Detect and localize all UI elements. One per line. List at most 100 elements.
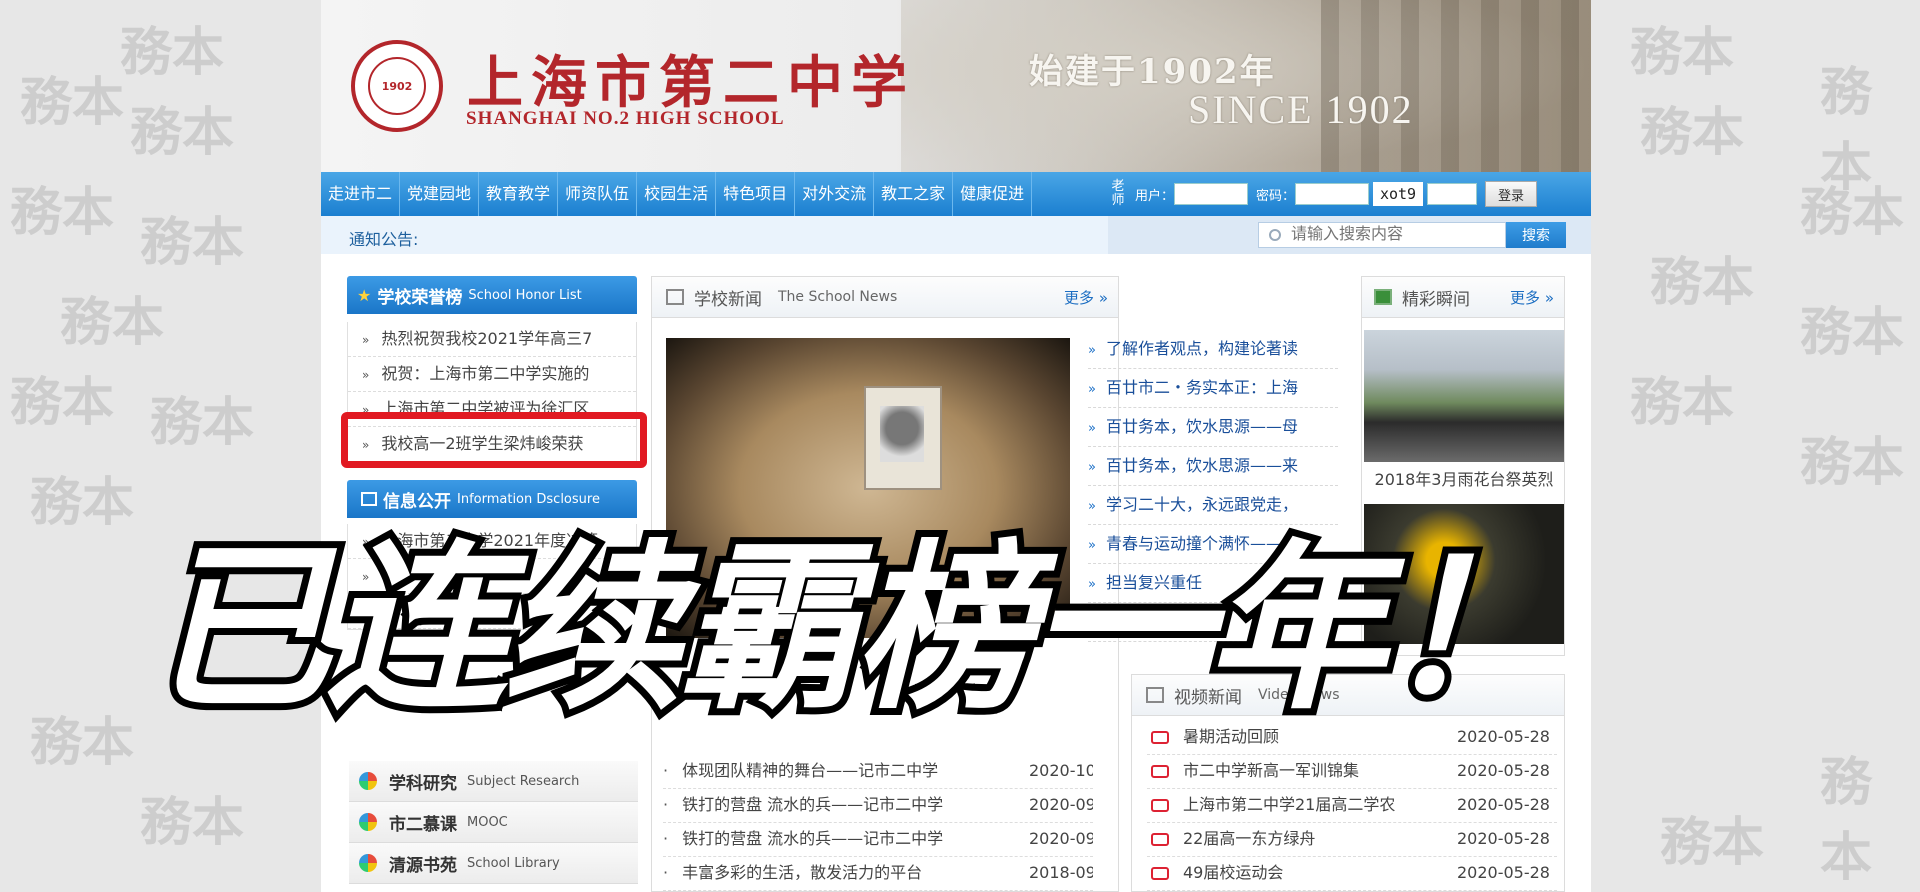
login-button[interactable]: 登录 <box>1485 181 1538 207</box>
news-link[interactable]: » 了解作者观点，构建论著读 <box>1088 329 1338 369</box>
nav-item-featured[interactable]: 特色项目 <box>716 172 796 216</box>
password-input[interactable] <box>1295 183 1370 205</box>
row-title: 铁打的营盘 流水的兵——记市二中学 <box>682 829 944 848</box>
watermark-text: 務本 <box>1800 182 1905 243</box>
row-date: 2020-09- <box>1029 829 1093 848</box>
table-row[interactable]: · 铁打的营盘 流水的兵——记市二中学 2020-09- <box>663 788 1093 823</box>
nav-item-intro[interactable]: 走进市二 <box>321 172 401 216</box>
side-nav-label-en: Subject Research <box>467 773 580 789</box>
news-link-text: 百廿务本，饮水思源——母 <box>1105 417 1298 436</box>
video-camera-icon <box>1151 799 1169 812</box>
news-link[interactable]: » 百廿市二・务实本正：上海 <box>1088 368 1338 408</box>
row-title: 22届高一东方绿舟 <box>1183 829 1316 848</box>
news-link-text: 学习二十大，永远跟党走， <box>1105 495 1298 514</box>
nav-item-staff-home[interactable]: 教工之家 <box>874 172 954 216</box>
nav-item-exchange[interactable]: 对外交流 <box>795 172 875 216</box>
school-logo[interactable]: 1902 <box>351 40 443 132</box>
nav-item-health[interactable]: 健康促进 <box>953 172 1033 216</box>
honor-title-cn: 学校荣誉榜 <box>377 287 463 308</box>
side-nav-label: 清源书苑 <box>389 855 457 876</box>
list-item[interactable]: » 热烈祝贺我校2021学年高三7 <box>348 322 636 357</box>
news-link[interactable]: » 学习二十大，永远跟党走， <box>1088 485 1338 525</box>
nav-item-faculty[interactable]: 师资队伍 <box>558 172 638 216</box>
row-title: 铁打的营盘 流水的兵——记市二中学 <box>682 795 944 814</box>
watermark-text: 務本 <box>130 102 235 163</box>
watermark-text: 務本 <box>1630 372 1735 433</box>
news-link-text: 百廿市二・务实本正：上海 <box>1105 378 1298 397</box>
table-row[interactable]: 22届高一东方绿舟 2020-05-28 <box>1147 822 1557 857</box>
search-button[interactable]: 搜索 <box>1506 222 1566 248</box>
table-row[interactable]: · 体现团队精神的舞台——记市二中学 2020-10- <box>663 754 1093 789</box>
watermark-text: 務本 <box>30 712 135 773</box>
moment-photo-ceremony[interactable] <box>1364 330 1564 462</box>
chevron-right-icon: » <box>1088 382 1096 397</box>
login-form: 老师 用户： 密码： xot9 登录 <box>1107 172 1591 216</box>
table-row[interactable]: 市二中学新高一军训锦集 2020-05-28 <box>1147 754 1557 789</box>
row-date: 2020-05-28 <box>1457 761 1550 780</box>
search-icon <box>1269 229 1281 241</box>
image-icon <box>1374 289 1392 305</box>
side-nav-mooc[interactable]: 市二慕课 MOOC <box>349 802 638 843</box>
highlight-box <box>341 412 647 468</box>
nav-item-party[interactable]: 党建园地 <box>400 172 480 216</box>
news-link-text: 百廿务本，饮水思源——来 <box>1105 456 1298 475</box>
nav-item-campus-life[interactable]: 校园生活 <box>637 172 717 216</box>
list-item-text: 热烈祝贺我校2021学年高三7 <box>381 329 593 348</box>
news-link[interactable]: » 百廿务本，饮水思源——来 <box>1088 446 1338 486</box>
school-name-en: SHANGHAI NO.2 HIGH SCHOOL <box>466 108 785 129</box>
row-title: 丰富多彩的生活，散发活力的平台 <box>682 863 923 882</box>
chevron-right-icon: » <box>362 368 370 382</box>
bullet-icon: · <box>663 829 669 848</box>
side-nav-subject-research[interactable]: 学科研究 Subject Research <box>349 761 638 802</box>
chevron-right-icon: » <box>1088 421 1096 436</box>
school-name-cn: 上海市第二中学 <box>467 50 915 116</box>
nav-item-teaching[interactable]: 教育教学 <box>479 172 559 216</box>
table-row[interactable]: · 丰富多彩的生活，散发活力的平台 2018-09- <box>663 856 1093 891</box>
more-link[interactable]: 更多 » <box>1510 287 1554 308</box>
search-area: 搜索 <box>1108 216 1591 254</box>
bullet-icon: · <box>663 863 669 882</box>
row-date: 2020-09- <box>1029 795 1093 814</box>
pie-chart-icon <box>359 772 377 790</box>
row-title: 上海市第二中学21届高二学农 <box>1183 795 1396 814</box>
notice-label: 通知公告: <box>349 230 419 249</box>
username-input[interactable] <box>1174 183 1249 205</box>
table-row[interactable]: · 铁打的营盘 流水的兵——记市二中学 2020-09- <box>663 822 1093 857</box>
watermark-text: 務本 <box>120 22 225 83</box>
bullet-icon: · <box>663 761 669 780</box>
side-nav-label-en: MOOC <box>467 814 508 830</box>
watermark-text: 務本 <box>1820 752 1873 888</box>
watermark-text: 務本 <box>150 392 255 453</box>
chevron-right-icon: » <box>1088 499 1096 514</box>
school-news-header: 学校新闻 The School News 更多 » <box>652 277 1118 318</box>
list-item[interactable]: » 祝贺：上海市第二中学实施的 <box>348 357 636 392</box>
table-row[interactable]: 上海市第二中学21届高二学农 2020-05-28 <box>1147 788 1557 823</box>
video-camera-icon <box>1151 765 1169 778</box>
moments-header: 精彩瞬间 更多 » <box>1362 277 1564 318</box>
moment-caption: 2018年3月雨花台祭英烈 <box>1374 470 1554 489</box>
side-nav-label-en: School Library <box>467 855 560 871</box>
user-label: 用户： <box>1135 188 1175 204</box>
watermark-text: 務本 <box>1630 22 1735 83</box>
honor-list-header: ★ 学校荣誉榜 School Honor List <box>347 276 637 314</box>
founding-slogan-en: SINCE 1902 <box>1188 87 1414 132</box>
more-link[interactable]: 更多 » <box>1064 287 1108 308</box>
table-row[interactable]: 49届校运动会 2020-05-28 <box>1147 856 1557 891</box>
watermark-text: 務本 <box>10 182 115 243</box>
site-header: 1902 上海市第二中学 SHANGHAI NO.2 HIGH SCHOOL 始… <box>321 0 1591 172</box>
chevron-right-icon: » <box>362 333 370 347</box>
watermark-text: 務本 <box>20 72 125 133</box>
captcha-image[interactable]: xot9 <box>1373 182 1424 206</box>
row-date: 2020-05-28 <box>1457 795 1550 814</box>
watermark-text: 務本 <box>10 372 115 433</box>
search-input[interactable] <box>1289 225 1493 245</box>
side-nav-library[interactable]: 清源书苑 School Library <box>349 843 638 884</box>
star-icon: ★ <box>357 285 372 305</box>
search-box <box>1258 222 1506 248</box>
captcha-input[interactable] <box>1427 183 1478 205</box>
row-date: 2020-05-28 <box>1457 863 1550 882</box>
video-camera-icon <box>1151 867 1169 880</box>
news-link[interactable]: » 百廿务本，饮水思源——母 <box>1088 407 1338 447</box>
watermark-text: 務本 <box>140 212 245 273</box>
document-icon <box>361 492 377 506</box>
